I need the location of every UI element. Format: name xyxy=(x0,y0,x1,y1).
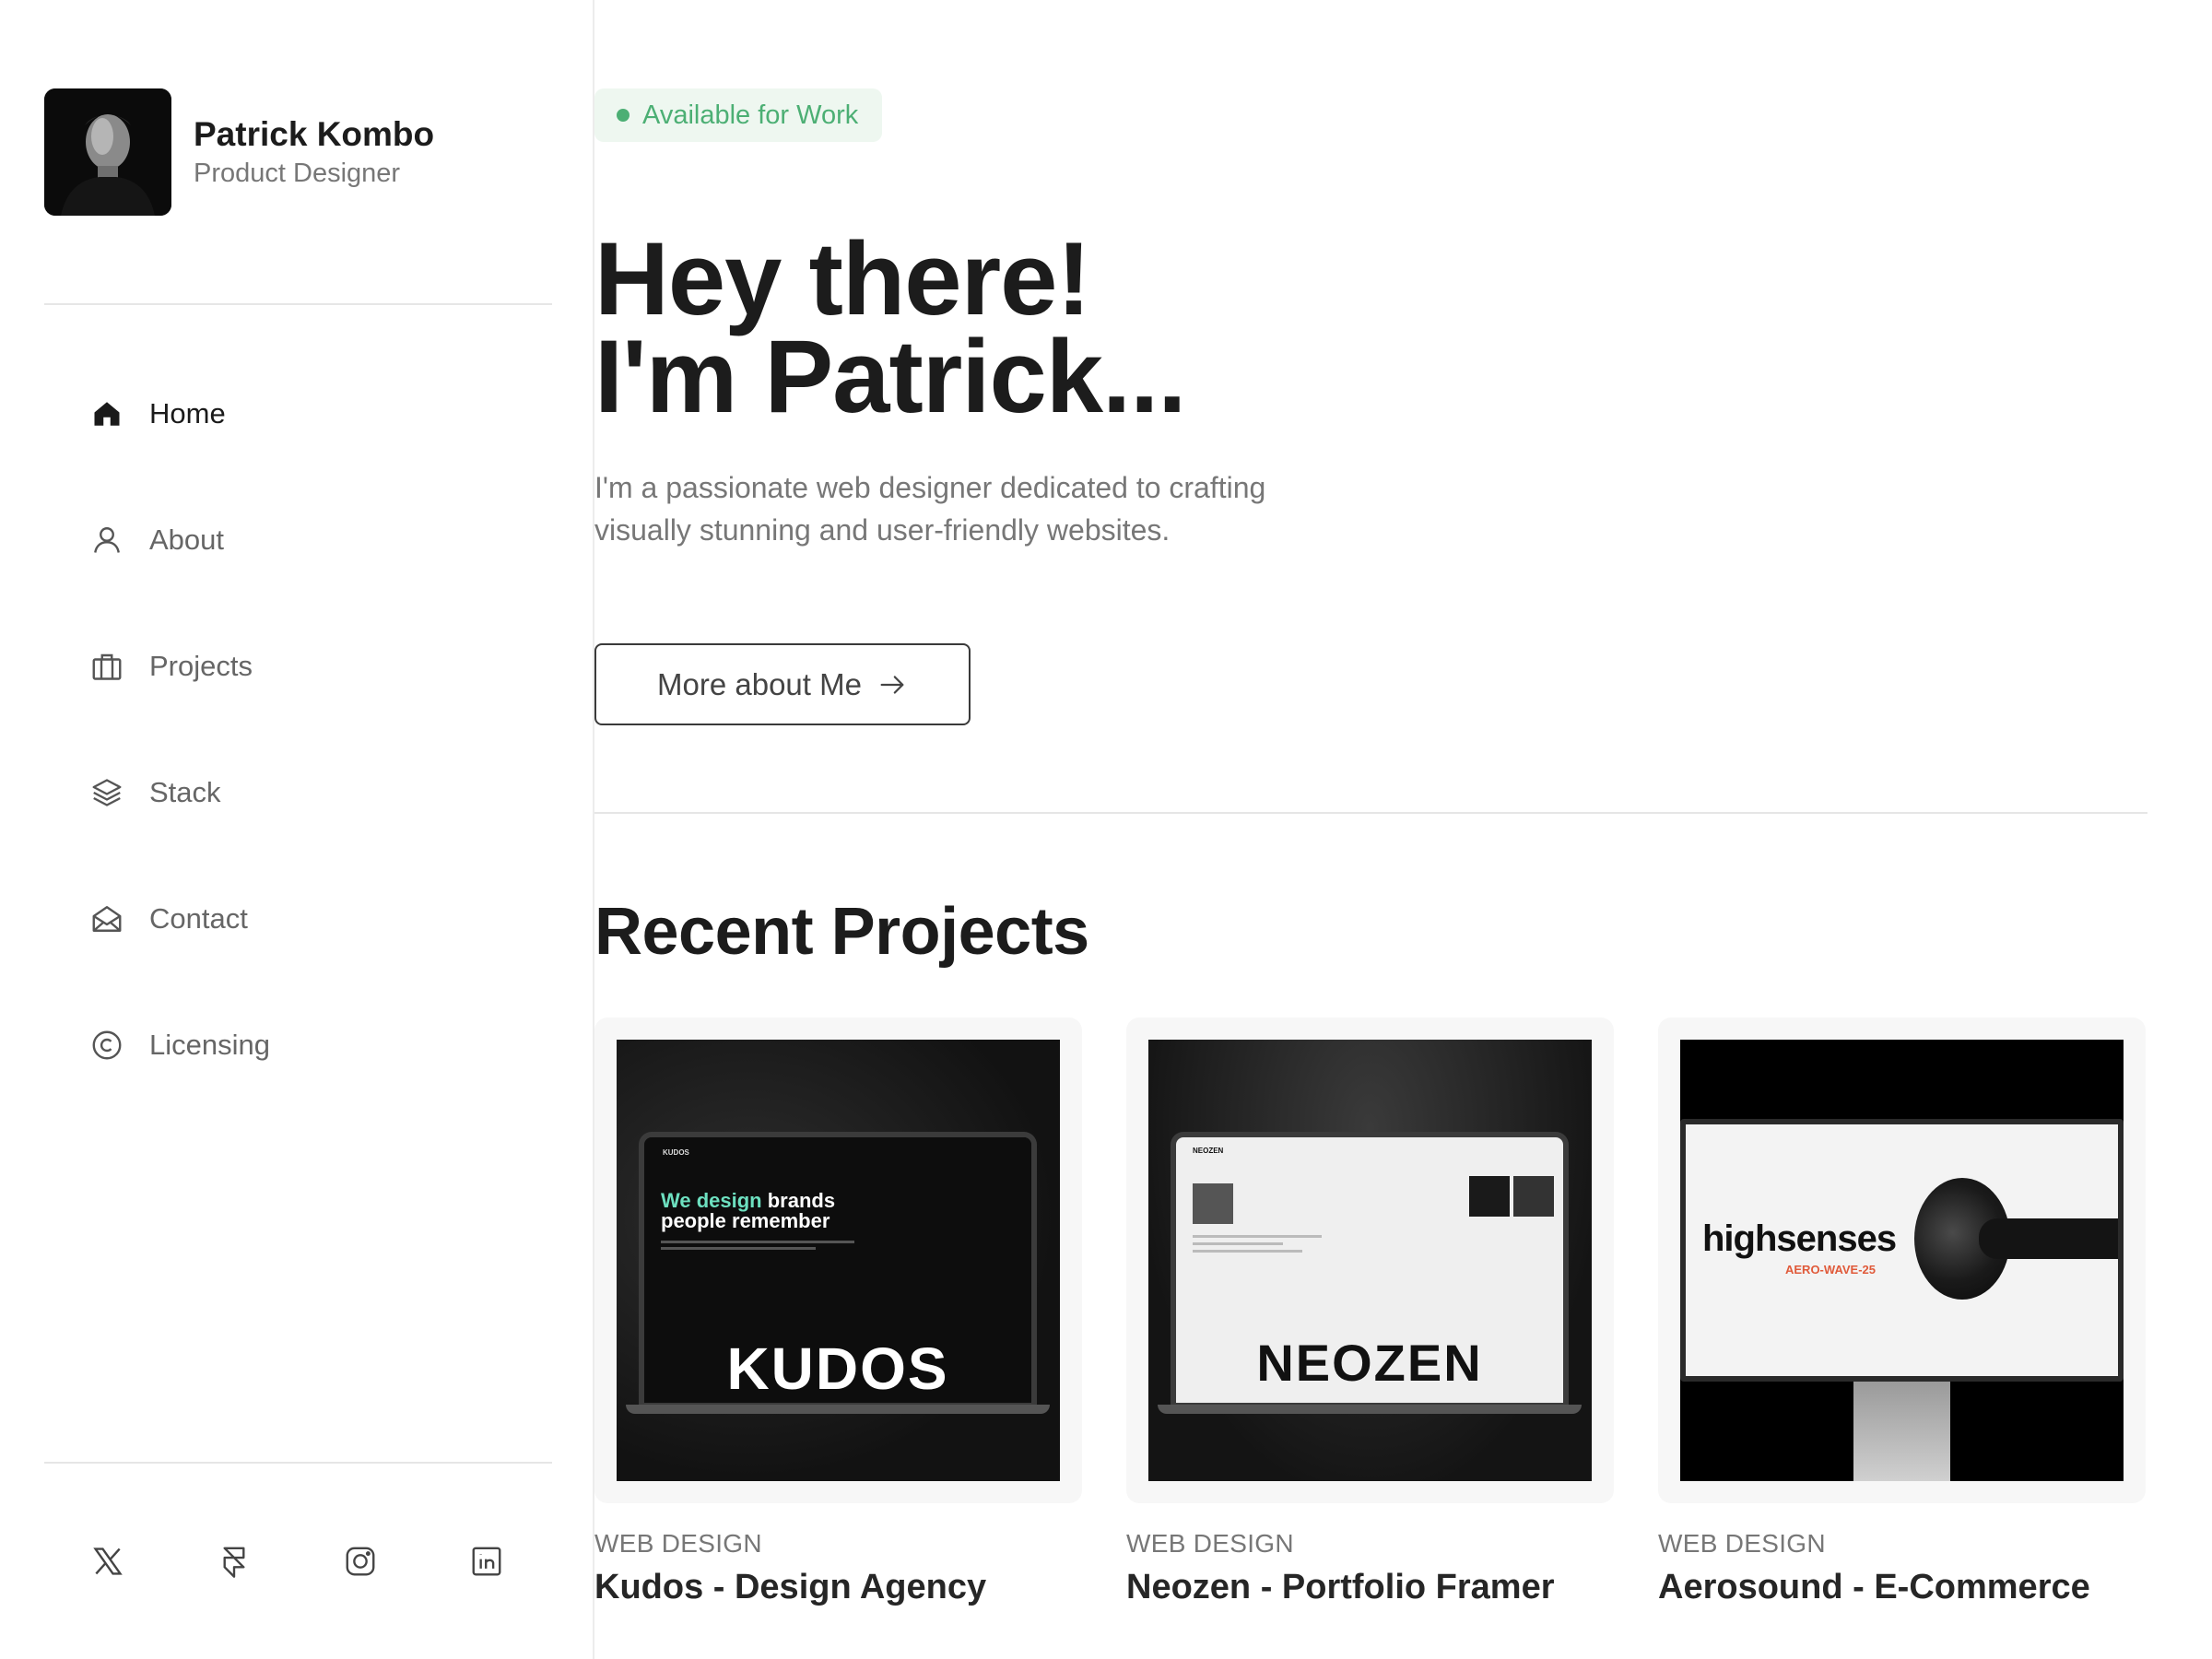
sidebar-item-label: Contact xyxy=(149,902,248,935)
sidebar-divider xyxy=(44,1462,552,1464)
sidebar-item-label: Stack xyxy=(149,776,221,808)
project-card-aerosound[interactable]: highsenses AERO-WAVE-25 WEB DESIGN Aeros… xyxy=(1658,1018,2146,1607)
badge-label: Available for Work xyxy=(642,100,859,130)
thumb-image xyxy=(1469,1176,1510,1217)
framer-icon[interactable] xyxy=(215,1542,253,1581)
laptop-mockup: KUDOS We design brands people remember KU… xyxy=(639,1132,1037,1408)
thumb-nav-logo: NEOZEN xyxy=(1193,1147,1224,1155)
project-title[interactable]: Kudos - Design Agency xyxy=(594,1568,1082,1607)
project-thumbnail-card[interactable]: KUDOS We design brands people remember KU… xyxy=(594,1018,1082,1503)
user-icon xyxy=(88,522,125,559)
project-card-kudos[interactable]: KUDOS We design brands people remember KU… xyxy=(594,1018,1082,1607)
project-category: WEB DESIGN xyxy=(1126,1529,1294,1558)
sidebar-divider xyxy=(44,303,552,305)
copyright-icon xyxy=(88,1027,125,1064)
profile-role: Product Designer xyxy=(194,159,401,188)
section-title: Recent Projects xyxy=(594,895,1089,969)
project-title[interactable]: Aerosound - E-Commerce xyxy=(1658,1568,2146,1607)
sidebar-item-label: Projects xyxy=(149,650,253,682)
sidebar-item-home[interactable]: Home xyxy=(88,387,270,441)
thumb-wordmark: highsenses xyxy=(1702,1218,1897,1259)
status-dot-icon xyxy=(617,109,629,122)
section-divider xyxy=(594,812,2147,814)
instagram-icon[interactable] xyxy=(341,1542,380,1581)
sidebar-item-contact[interactable]: Contact xyxy=(88,892,270,946)
project-thumbnail-card[interactable]: NEOZEN NEOZEN xyxy=(1126,1018,1614,1503)
thumb-portrait xyxy=(1193,1183,1233,1224)
project-thumbnail: KUDOS We design brands people remember KU… xyxy=(617,1040,1060,1481)
hero-title: Hey there! I'm Patrick... xyxy=(594,221,1186,434)
sidebar-item-projects[interactable]: Projects xyxy=(88,640,270,693)
briefcase-icon xyxy=(88,648,125,685)
monitor-stand xyxy=(1853,1382,1950,1481)
more-about-me-button[interactable]: More about Me xyxy=(594,643,971,725)
projects-grid: KUDOS We design brands people remember KU… xyxy=(594,1018,2146,1607)
x-twitter-icon[interactable] xyxy=(88,1542,127,1581)
sidebar-item-label: Home xyxy=(149,397,226,429)
hero-subtitle: I'm a passionate web designer dedicated … xyxy=(594,471,1266,547)
thumb-text-lines xyxy=(661,1241,854,1253)
laptop-mockup: NEOZEN NEOZEN xyxy=(1171,1132,1569,1408)
sidebar-item-stack[interactable]: Stack xyxy=(88,766,270,819)
profile[interactable]: Patrick Kombo Product Designer xyxy=(44,88,434,216)
project-thumbnail: highsenses AERO-WAVE-25 xyxy=(1680,1040,2124,1481)
project-category: WEB DESIGN xyxy=(1658,1529,1826,1558)
sidebar-item-label: Licensing xyxy=(149,1029,270,1061)
laptop-base xyxy=(1158,1405,1582,1414)
monitor-mockup: highsenses AERO-WAVE-25 xyxy=(1680,1119,2124,1382)
linkedin-icon[interactable] xyxy=(467,1542,506,1581)
social-links xyxy=(88,1542,506,1581)
arrow-right-icon xyxy=(880,675,904,694)
home-icon xyxy=(88,395,125,432)
laptop-base xyxy=(626,1405,1050,1414)
mail-open-icon xyxy=(88,900,125,937)
availability-badge: Available for Work xyxy=(594,88,883,142)
project-title[interactable]: Neozen - Portfolio Framer xyxy=(1126,1568,1614,1607)
hero-title-line: Hey there! xyxy=(594,221,1091,336)
headphones-band xyxy=(1979,1218,2118,1259)
layers-icon xyxy=(88,774,125,811)
thumb-nav-logo: KUDOS xyxy=(663,1148,689,1157)
page: Patrick Kombo Product Designer Home Abou… xyxy=(0,0,2212,1659)
hero-title-line: I'm Patrick... xyxy=(594,319,1186,434)
profile-name: Patrick Kombo xyxy=(194,115,435,153)
thumb-text-lines xyxy=(1193,1235,1322,1257)
button-label: More about Me xyxy=(657,666,862,701)
project-category: WEB DESIGN xyxy=(594,1529,762,1558)
thumb-wordmark: KUDOS xyxy=(726,1335,949,1402)
thumb-image xyxy=(1513,1176,1554,1217)
project-thumbnail-card[interactable]: highsenses AERO-WAVE-25 xyxy=(1658,1018,2146,1503)
thumb-subtitle: AERO-WAVE-25 xyxy=(1785,1263,1876,1277)
thumb-wordmark: NEOZEN xyxy=(1256,1334,1483,1392)
avatar xyxy=(44,88,171,216)
sidebar-item-licensing[interactable]: Licensing xyxy=(88,1018,270,1072)
sidebar-item-label: About xyxy=(149,524,225,556)
sidebar-item-about[interactable]: About xyxy=(88,513,270,567)
project-thumbnail: NEOZEN NEOZEN xyxy=(1148,1040,1592,1481)
sidebar-nav: Home About Projects Stack Contact Licens… xyxy=(88,387,270,1072)
sidebar: Patrick Kombo Product Designer Home Abou… xyxy=(0,0,594,1659)
project-card-neozen[interactable]: NEOZEN NEOZEN WEB DESIGN Neozen - Portfo… xyxy=(1126,1018,1614,1607)
thumb-headline: We design brands people remember xyxy=(661,1189,836,1232)
